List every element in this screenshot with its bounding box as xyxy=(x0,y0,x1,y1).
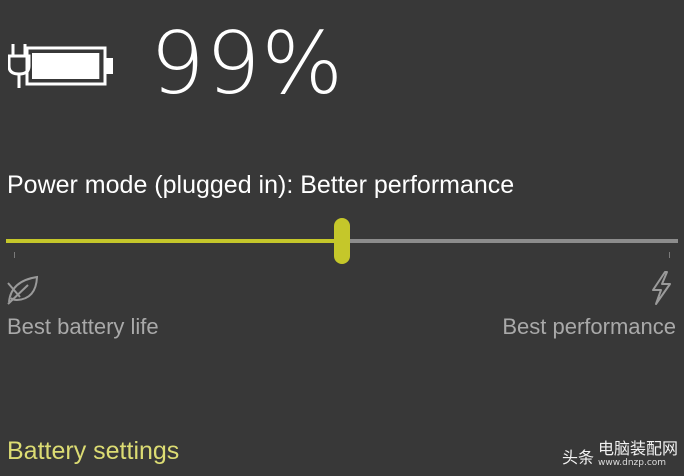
best-battery-life-label: Best battery life xyxy=(7,314,159,339)
battery-percentage: 99% xyxy=(150,14,345,114)
watermark-brand-block: 电脑装配网 www.dnzp.com xyxy=(597,439,678,470)
watermark: 头条 电脑装配网 www.dnzp.com xyxy=(561,439,678,470)
slider-fill xyxy=(6,239,342,243)
watermark-domain: www.dnzp.com xyxy=(597,458,667,468)
slider-thumb[interactable] xyxy=(334,218,350,264)
watermark-brand: 电脑装配网 xyxy=(597,439,678,458)
power-mode-label: Power mode (plugged in): Better performa… xyxy=(7,171,515,199)
battery-charging-icon xyxy=(8,44,113,88)
slider-tick-max xyxy=(669,252,670,258)
power-mode-slider[interactable] xyxy=(6,218,678,264)
watermark-text: 头条 xyxy=(561,448,594,467)
leaf-icon xyxy=(7,275,39,305)
battery-flyout: 99% Power mode (plugged in): Better perf… xyxy=(0,0,684,476)
battery-settings-link[interactable]: Battery settings xyxy=(7,434,179,468)
slider-tick-min xyxy=(14,252,15,258)
lightning-bolt-icon xyxy=(652,271,671,305)
best-performance-label: Best performance xyxy=(502,314,676,339)
